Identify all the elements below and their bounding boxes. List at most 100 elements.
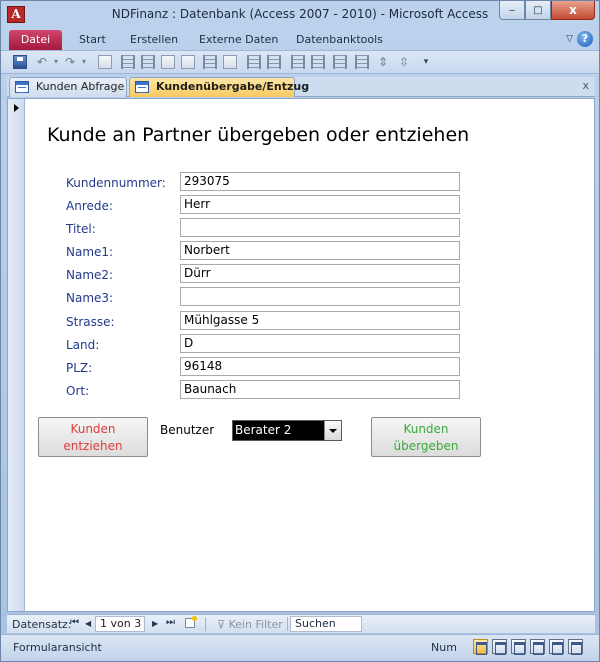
pivot-table-view-icon[interactable] bbox=[511, 639, 526, 655]
close-button[interactable]: x bbox=[551, 1, 595, 20]
status-bar: Formularansicht Num bbox=[1, 634, 599, 661]
label-kundennummer: Kundennummer: bbox=[66, 176, 166, 190]
tab-label: Kundenübergabe/Entzug bbox=[156, 80, 310, 93]
kundennummer-field[interactable]: 293075 bbox=[180, 172, 460, 191]
name3-field[interactable] bbox=[180, 287, 460, 306]
undo-dropdown-icon[interactable]: ▾ bbox=[49, 55, 63, 69]
help-icon[interactable]: ? bbox=[577, 31, 593, 47]
separator bbox=[205, 617, 206, 631]
label-name1: Name1: bbox=[66, 245, 114, 259]
button-label-line1: Kunden bbox=[403, 422, 449, 436]
shrink-icon[interactable]: ⇳ bbox=[397, 55, 411, 69]
name1-field[interactable]: Norbert bbox=[180, 241, 460, 260]
size-tallest-icon[interactable] bbox=[181, 55, 195, 69]
chevron-down-icon bbox=[329, 428, 337, 433]
form-area: Kunde an Partner übergeben oder entziehe… bbox=[7, 98, 595, 612]
datasheet-view-icon[interactable] bbox=[492, 639, 507, 655]
form-heading: Kunde an Partner übergeben oder entziehe… bbox=[47, 124, 470, 146]
last-record-icon[interactable]: ⏭ bbox=[166, 617, 175, 628]
tab-kundenuebergabe[interactable]: Kundenübergabe/Entzug bbox=[129, 77, 309, 97]
label-name3: Name3: bbox=[66, 291, 114, 305]
title-bar: A NDFinanz : Datenbank (Access 2007 - 20… bbox=[1, 1, 599, 29]
label-name2: Name2: bbox=[66, 268, 114, 282]
redo-dropdown-icon[interactable]: ▾ bbox=[77, 55, 91, 69]
form-icon bbox=[15, 81, 29, 93]
label-land: Land: bbox=[66, 338, 100, 352]
layout-view-icon[interactable] bbox=[549, 639, 564, 655]
land-field[interactable]: D bbox=[180, 334, 460, 353]
button-label-line1: Kunden bbox=[70, 422, 116, 436]
strasse-field[interactable]: Mühlgasse 5 bbox=[180, 311, 460, 330]
next-record-icon[interactable]: ▶ bbox=[152, 619, 158, 628]
tab-start[interactable]: Start bbox=[79, 33, 106, 46]
design-view-icon[interactable] bbox=[568, 639, 583, 655]
tab-datenbanktools[interactable]: Datenbanktools bbox=[296, 33, 383, 46]
ribbon-right-controls: ▽ ? bbox=[566, 31, 593, 47]
pivot-chart-view-icon[interactable] bbox=[530, 639, 545, 655]
maximize-button[interactable]: □ bbox=[525, 1, 551, 20]
grow-icon[interactable]: ⇕ bbox=[376, 55, 390, 69]
undo-icon[interactable]: ↶ bbox=[35, 55, 49, 69]
tab-label: Kunden Abfrage bbox=[36, 80, 125, 93]
horizontal-spacing-icon[interactable] bbox=[291, 55, 305, 69]
benutzer-label: Benutzer bbox=[160, 423, 215, 437]
close-document-icon[interactable]: x bbox=[582, 79, 589, 92]
ribbon-collapse-icon[interactable]: ▽ bbox=[566, 34, 573, 44]
previous-record-icon[interactable]: ◀ bbox=[85, 619, 91, 628]
new-record-icon[interactable] bbox=[185, 616, 197, 628]
ort-field[interactable]: Baunach bbox=[180, 380, 460, 399]
label-strasse: Strasse: bbox=[66, 315, 115, 329]
record-navigation-bar: Datensatz: ⏮ ◀ 1 von 3 ▶ ⏭ ⊽ Kein Filter… bbox=[7, 614, 595, 633]
separator bbox=[287, 617, 288, 631]
num-lock-indicator: Num bbox=[431, 641, 457, 654]
quick-access-toolbar: ↶ ▾ ↷ ▾ ⇕ ⇳ ▾ bbox=[1, 50, 599, 74]
name2-field[interactable]: Dürr bbox=[180, 264, 460, 283]
filter-button[interactable]: ⊽ Kein Filter bbox=[217, 618, 283, 631]
tab-externe-daten[interactable]: Externe Daten bbox=[199, 33, 278, 46]
current-record-field[interactable]: 1 von 3 bbox=[95, 616, 145, 632]
benutzer-combobox[interactable]: Berater 2 bbox=[232, 420, 342, 441]
record-selector[interactable] bbox=[8, 99, 25, 611]
filter-icon: ⊽ bbox=[217, 618, 226, 631]
spacing-icon[interactable] bbox=[203, 55, 217, 69]
label-anrede: Anrede: bbox=[66, 199, 113, 213]
search-input[interactable]: Suchen bbox=[290, 616, 362, 632]
form-view-icon[interactable] bbox=[473, 639, 488, 655]
size-to-fit-icon[interactable] bbox=[161, 55, 175, 69]
minimize-button[interactable]: ‒ bbox=[499, 1, 525, 20]
combo-dropdown-button[interactable] bbox=[324, 421, 341, 440]
filter-label: Kein Filter bbox=[228, 618, 283, 631]
align-top-icon[interactable] bbox=[247, 55, 261, 69]
field-list-icon[interactable] bbox=[98, 55, 112, 69]
kunden-entziehen-button[interactable]: Kunden entziehen bbox=[38, 417, 148, 457]
first-record-icon[interactable]: ⏮ bbox=[70, 617, 79, 628]
document-tab-strip: Kunden Abfrage Kundenübergabe/Entzug x bbox=[7, 77, 595, 97]
button-label-line2: entziehen bbox=[63, 439, 123, 453]
customize-toolbar-icon[interactable]: ▾ bbox=[419, 55, 433, 69]
redo-icon[interactable]: ↷ bbox=[63, 55, 77, 69]
label-plz: PLZ: bbox=[66, 361, 93, 375]
label-ort: Ort: bbox=[66, 384, 90, 398]
align-bottom-icon[interactable] bbox=[267, 55, 281, 69]
vertical-spacing-icon[interactable] bbox=[311, 55, 325, 69]
increase-spacing-icon[interactable] bbox=[355, 55, 369, 69]
anrede-field[interactable]: Herr bbox=[180, 195, 460, 214]
size-shortest-icon[interactable] bbox=[223, 55, 237, 69]
label-titel: Titel: bbox=[66, 222, 96, 236]
tab-kunden-abfrage[interactable]: Kunden Abfrage bbox=[9, 77, 127, 97]
current-record-icon bbox=[14, 104, 19, 112]
kunden-uebergeben-button[interactable]: Kunden übergeben bbox=[371, 417, 481, 457]
plz-field[interactable]: 96148 bbox=[180, 357, 460, 376]
titel-field[interactable] bbox=[180, 218, 460, 237]
save-icon[interactable] bbox=[13, 55, 27, 69]
view-name: Formularansicht bbox=[13, 641, 102, 654]
align-right-icon[interactable] bbox=[141, 55, 155, 69]
benutzer-value: Berater 2 bbox=[235, 423, 292, 437]
tab-erstellen[interactable]: Erstellen bbox=[130, 33, 178, 46]
datensatz-label: Datensatz: bbox=[12, 618, 72, 631]
window-controls: ‒ □ x bbox=[499, 1, 595, 20]
equal-spacing-icon[interactable] bbox=[333, 55, 347, 69]
tab-datei[interactable]: Datei bbox=[9, 30, 62, 50]
form-icon bbox=[135, 81, 149, 93]
align-left-icon[interactable] bbox=[121, 55, 135, 69]
